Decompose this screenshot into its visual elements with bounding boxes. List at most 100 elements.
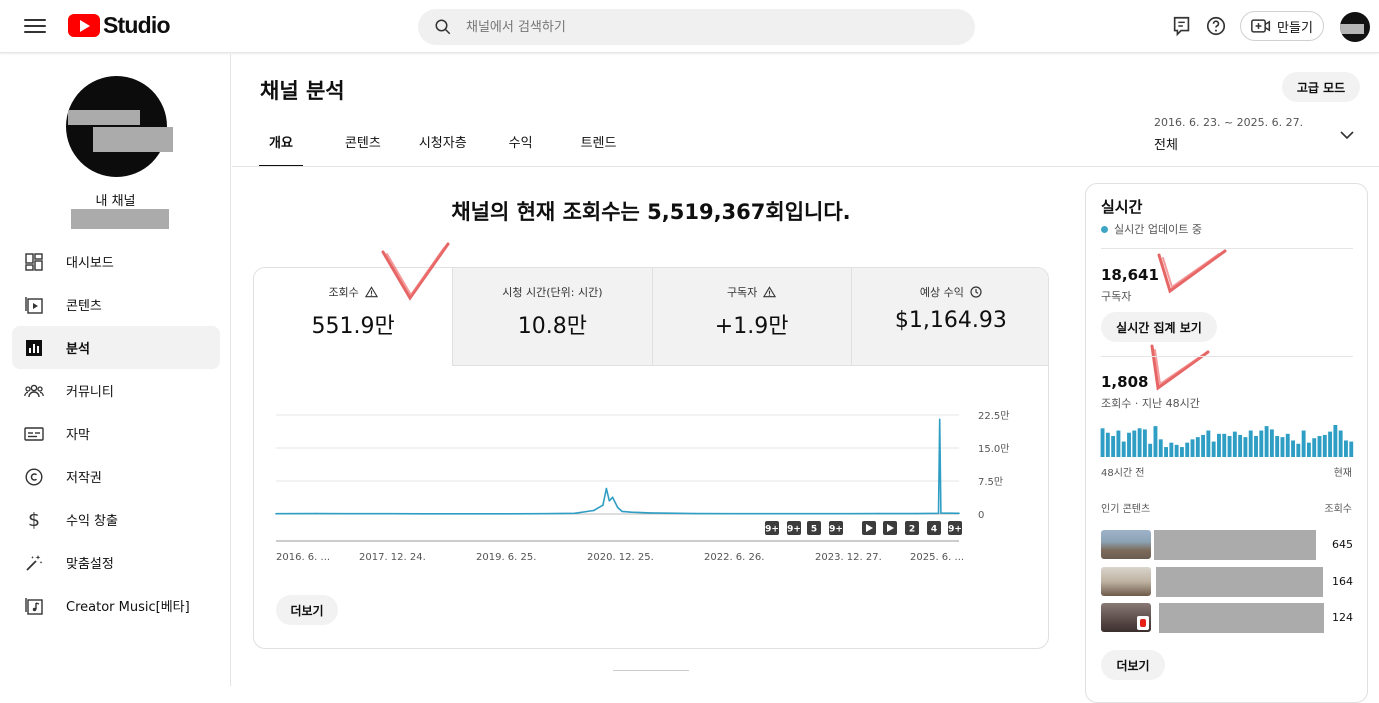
sidebar-item-analytics[interactable]: 분석 — [12, 326, 220, 369]
sidebar-item-customization[interactable]: 맞춤설정 — [12, 541, 220, 584]
data-point — [844, 512, 847, 515]
hourly-bar — [1248, 430, 1253, 457]
create-button[interactable]: 만들기 — [1240, 11, 1324, 41]
hourly-bar — [1100, 428, 1105, 457]
date-range-text: 2016. 6. 23. ~ 2025. 6. 27. — [1154, 116, 1304, 129]
axis-start-label: 48시간 전 — [1101, 468, 1145, 479]
tab-revenue[interactable]: 수익 — [499, 122, 543, 167]
sidebar-item-content[interactable]: 콘텐츠 — [12, 283, 220, 326]
hourly-bar — [1190, 439, 1195, 457]
more-button[interactable]: 더보기 — [276, 595, 338, 625]
hourly-bar — [1116, 430, 1121, 457]
popular-content-item[interactable]: 164 — [1101, 567, 1353, 597]
sidebar-item-dashboard[interactable]: 대시보드 — [12, 240, 220, 283]
hourly-bar — [1211, 441, 1216, 457]
data-point — [940, 512, 942, 514]
data-point — [649, 512, 652, 514]
hourly-bar — [1206, 430, 1211, 457]
subscriber-label: 구독자 — [1101, 290, 1132, 303]
search-bar[interactable] — [418, 9, 975, 45]
hourly-bar — [1291, 440, 1295, 457]
event-marker-label: 9+ — [829, 525, 843, 535]
hourly-bar — [1142, 429, 1147, 457]
community-icon — [24, 381, 44, 401]
feedback-icon[interactable] — [1171, 15, 1193, 37]
metric-label: 구독자 — [726, 286, 758, 299]
logo-text: Studio — [103, 12, 171, 38]
video-thumbnail — [1101, 530, 1151, 559]
x-tick-label: 2023. 12. 27. — [815, 552, 882, 563]
sidebar-item-label: 자막 — [66, 428, 90, 443]
y-tick-label: 15.0만 — [978, 443, 1009, 455]
x-tick-label: 2022. 6. 26. — [704, 552, 764, 563]
data-point — [801, 512, 803, 515]
data-point — [769, 512, 772, 515]
warning-icon — [364, 286, 378, 298]
metric-watch-time[interactable]: 시청 시간(단위: 시간) 10.8만 — [452, 268, 652, 366]
metric-subscribers[interactable]: 구독자 +1.9만 — [651, 268, 851, 366]
content-icon — [24, 295, 44, 315]
realtime-more-button[interactable]: 더보기 — [1101, 650, 1165, 680]
account-avatar[interactable] — [1340, 12, 1370, 42]
realtime-view-button[interactable]: 실시간 집계 보기 — [1101, 312, 1217, 342]
advanced-mode-button[interactable]: 고급 모드 — [1282, 72, 1360, 102]
data-point — [630, 511, 633, 513]
sidebar-item-copyright[interactable]: 저작권 — [12, 455, 220, 498]
divider — [1101, 248, 1353, 249]
page-title: 채널 분석 — [260, 79, 345, 103]
live-dot-icon — [1101, 225, 1108, 233]
sidebar-item-creator-music[interactable]: Creator Music[베타] — [12, 584, 220, 627]
hourly-bar — [1301, 430, 1306, 457]
hourly-bar — [1137, 428, 1142, 457]
redacted-block — [68, 110, 140, 125]
event-marker-label: 5 — [811, 525, 817, 535]
data-point — [915, 512, 917, 515]
subtitles-icon — [24, 424, 44, 444]
data-point — [730, 512, 733, 515]
hourly-bar — [1296, 443, 1301, 457]
subscriber-count: 18,641 — [1101, 266, 1159, 284]
realtime-status: 실시간 업데이트 중 — [1101, 221, 1202, 237]
hourly-bar — [1269, 429, 1274, 457]
hourly-bar — [1127, 432, 1131, 457]
sidebar-item-label: 콘텐츠 — [66, 299, 102, 314]
popular-content-item[interactable]: 124 — [1101, 603, 1353, 633]
red-check-annotation — [381, 242, 450, 301]
warning-icon — [763, 286, 777, 298]
popular-content-item[interactable]: 645 — [1101, 530, 1353, 560]
views-line-chart: 22.5만 15.0만 7.5만 0 2016. 6. ... 2017. 12. 24.… — [275, 410, 1009, 563]
hourly-bar — [1217, 433, 1221, 457]
tab-trends[interactable]: 트렌드 — [571, 122, 627, 167]
hourly-bar — [1227, 436, 1232, 457]
search-input[interactable] — [466, 19, 946, 35]
hourly-bar — [1132, 430, 1137, 457]
sidebar-item-subtitles[interactable]: 자막 — [12, 412, 220, 455]
hamburger-menu-icon[interactable] — [24, 15, 46, 35]
realtime-status-text: 실시간 업데이트 중 — [1114, 223, 1202, 236]
hourly-bar — [1254, 436, 1258, 457]
x-tick-label: 2019. 6. 25. — [476, 552, 536, 563]
video-add-icon — [1251, 19, 1271, 33]
youtube-studio-logo[interactable]: Studio — [68, 12, 171, 39]
event-marker-label: 9+ — [765, 525, 779, 535]
x-tick-label: 2020. 12. 25. — [587, 552, 654, 563]
hourly-bar — [1158, 439, 1163, 457]
channel-label: 내 채널 — [95, 194, 136, 209]
video-thumbnail — [1101, 567, 1151, 596]
help-icon[interactable] — [1205, 15, 1227, 37]
metric-revenue[interactable]: 예상 수익 $1,164.93 — [850, 268, 1048, 366]
headline: 채널의 현재 조회수는 5,519,367회입니다. — [451, 200, 851, 224]
sidebar-item-community[interactable]: 커뮤니티 — [12, 369, 220, 412]
tab-audience[interactable]: 시청자층 — [409, 122, 477, 167]
tab-overview[interactable]: 개요 — [259, 122, 303, 167]
metric-value: +1.9만 — [714, 314, 789, 339]
sidebar-item-label: 수익 창출 — [66, 514, 118, 529]
chevron-down-icon — [1340, 131, 1354, 140]
x-tick-label: 2016. 6. ... — [276, 552, 330, 563]
tab-content[interactable]: 콘텐츠 — [335, 122, 391, 167]
data-point — [502, 513, 505, 515]
date-range-picker[interactable]: 2016. 6. 23. ~ 2025. 6. 27. 전체 — [1154, 116, 1354, 153]
views-48h-label: 조회수 · 지난 48시간 — [1101, 397, 1200, 410]
hourly-bar — [1111, 436, 1116, 457]
sidebar-item-monetization[interactable]: $ 수익 창출 — [12, 498, 220, 541]
